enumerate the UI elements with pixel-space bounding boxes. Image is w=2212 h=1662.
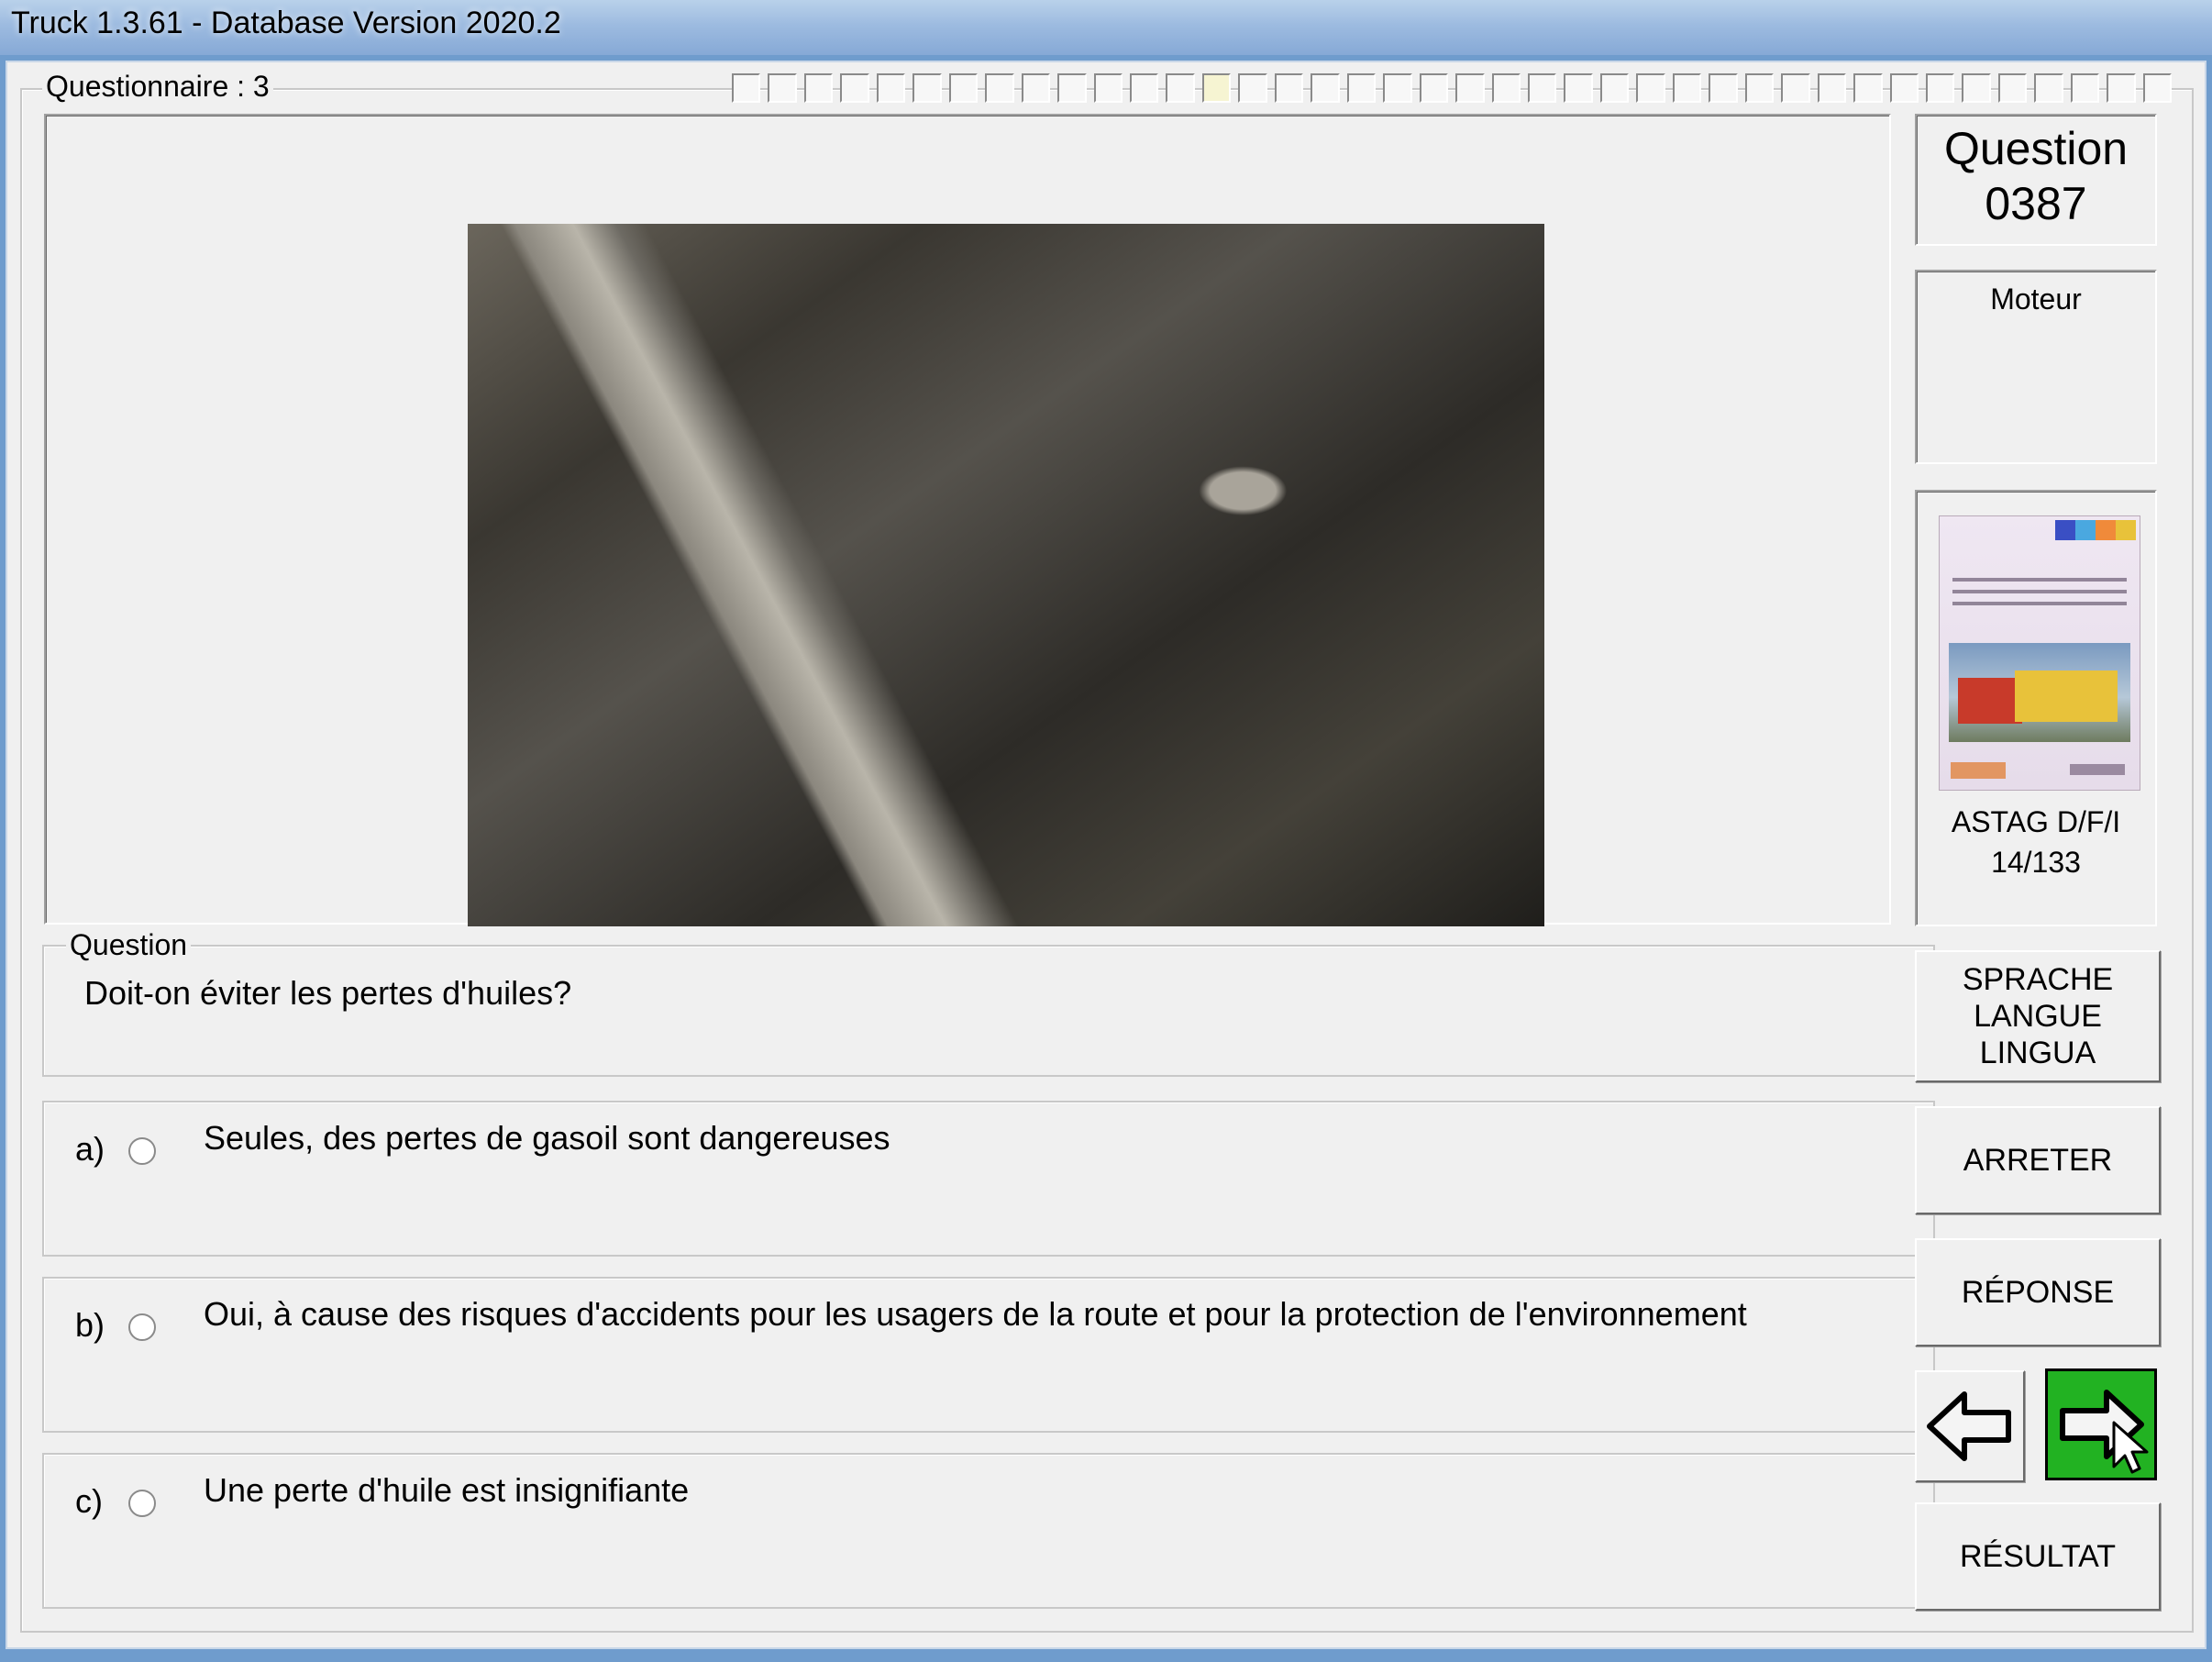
progress-segment [1057, 73, 1087, 103]
progress-segment [1201, 73, 1232, 103]
license-badges [2055, 520, 2136, 540]
progress-segment [1383, 73, 1412, 103]
cover-vehicles-image [1949, 643, 2130, 742]
progress-segment [1274, 73, 1304, 103]
progress-segment [1238, 73, 1267, 103]
progress-segment [1129, 73, 1159, 103]
progress-segment [912, 73, 942, 103]
question-number-box: Question 0387 [1915, 114, 2157, 246]
answer-letter: a) [75, 1130, 105, 1168]
category-box: Moteur [1915, 270, 2157, 464]
question-progress-bar [732, 73, 2173, 103]
question-photo [468, 224, 1544, 926]
progress-segment [768, 73, 797, 103]
question-legend: Question [66, 928, 192, 962]
progress-segment [2070, 73, 2100, 103]
progress-segment [1419, 73, 1449, 103]
questionnaire-label: Questionnaire : 3 [42, 70, 273, 104]
license-badge [2055, 520, 2075, 540]
progress-segment [1709, 73, 1738, 103]
progress-segment [1889, 73, 1919, 103]
progress-segment [1853, 73, 1883, 103]
question-number: 0387 [1985, 178, 2087, 229]
answer-radio-b[interactable] [128, 1313, 156, 1341]
progress-segment [2107, 73, 2136, 103]
progress-segment [1744, 73, 1775, 103]
progress-segment [732, 73, 761, 103]
cover-text-lines [1952, 570, 2127, 614]
answer-text: Seules, des pertes de gasoil sont danger… [204, 1119, 890, 1157]
progress-segment [948, 73, 979, 103]
answer-radio-a[interactable] [128, 1137, 156, 1165]
astag-logo [1951, 762, 2006, 779]
answer-button[interactable]: RÉPONSE [1915, 1238, 2161, 1346]
next-button[interactable] [2045, 1368, 2157, 1480]
arrow-right-icon [2060, 1390, 2149, 1474]
progress-segment [1527, 73, 1557, 103]
image-panel [44, 114, 1891, 926]
category-label: Moteur [1990, 283, 2082, 316]
publisher-logo [2070, 764, 2125, 775]
progress-segment [1997, 73, 2028, 103]
arrow-left-icon [1927, 1391, 2011, 1461]
license-badge [2075, 520, 2096, 540]
answer-text: Une perte d'huile est insignifiante [204, 1471, 690, 1509]
progress-segment [1599, 73, 1630, 103]
progress-segment [2142, 73, 2173, 103]
progress-segment [1636, 73, 1665, 103]
result-button[interactable]: RÉSULTAT [1915, 1502, 2161, 1611]
progress-segment [1491, 73, 1521, 103]
progress-segment [1672, 73, 1702, 103]
answer-radio-c[interactable] [128, 1490, 156, 1517]
license-badge [2116, 520, 2136, 540]
progress-segment [1021, 73, 1051, 103]
progress-segment [1455, 73, 1485, 103]
progress-segment [1962, 73, 1991, 103]
source-page: 14/133 [1991, 846, 2081, 879]
title-bar[interactable]: Truck 1.3.61 - Database Version 2020.2 [0, 0, 2212, 55]
window-title: Truck 1.3.61 - Database Version 2020.2 [11, 6, 561, 40]
progress-segment [1311, 73, 1340, 103]
answer-option-b[interactable]: b) Oui, à cause des risques d'accidents … [42, 1277, 1935, 1433]
progress-segment [876, 73, 906, 103]
previous-button[interactable] [1915, 1370, 2025, 1482]
progress-segment [1093, 73, 1123, 103]
source-box: ASTAG D/F/I 14/133 [1915, 490, 2157, 926]
source-title: ASTAG D/F/I [1951, 805, 2121, 838]
progress-segment [1166, 73, 1195, 103]
progress-segment [1346, 73, 1377, 103]
progress-segment [803, 73, 834, 103]
answer-option-c[interactable]: c) Une perte d'huile est insignifiante [42, 1453, 1935, 1609]
main-window: Questionnaire : 3 Question 0387 Moteur A… [6, 61, 2206, 1649]
question-heading: Question [1943, 123, 2129, 174]
progress-segment [1781, 73, 1810, 103]
answer-letter: c) [75, 1482, 103, 1520]
answer-letter: b) [75, 1306, 105, 1344]
progress-segment [2034, 73, 2063, 103]
progress-segment [1925, 73, 1955, 103]
language-button[interactable]: SPRACHE LANGUE LINGUA [1915, 950, 2161, 1082]
source-book-cover [1939, 515, 2140, 791]
answer-text: Oui, à cause des risques d'accidents pou… [204, 1295, 1747, 1333]
question-text: Doit-on éviter les pertes d'huiles? [84, 974, 572, 1012]
progress-segment [1817, 73, 1847, 103]
progress-segment [1564, 73, 1593, 103]
progress-segment [985, 73, 1014, 103]
progress-segment [840, 73, 869, 103]
license-badge [2096, 520, 2116, 540]
answer-option-a[interactable]: a) Seules, des pertes de gasoil sont dan… [42, 1101, 1935, 1257]
stop-button[interactable]: ARRETER [1915, 1106, 2161, 1214]
